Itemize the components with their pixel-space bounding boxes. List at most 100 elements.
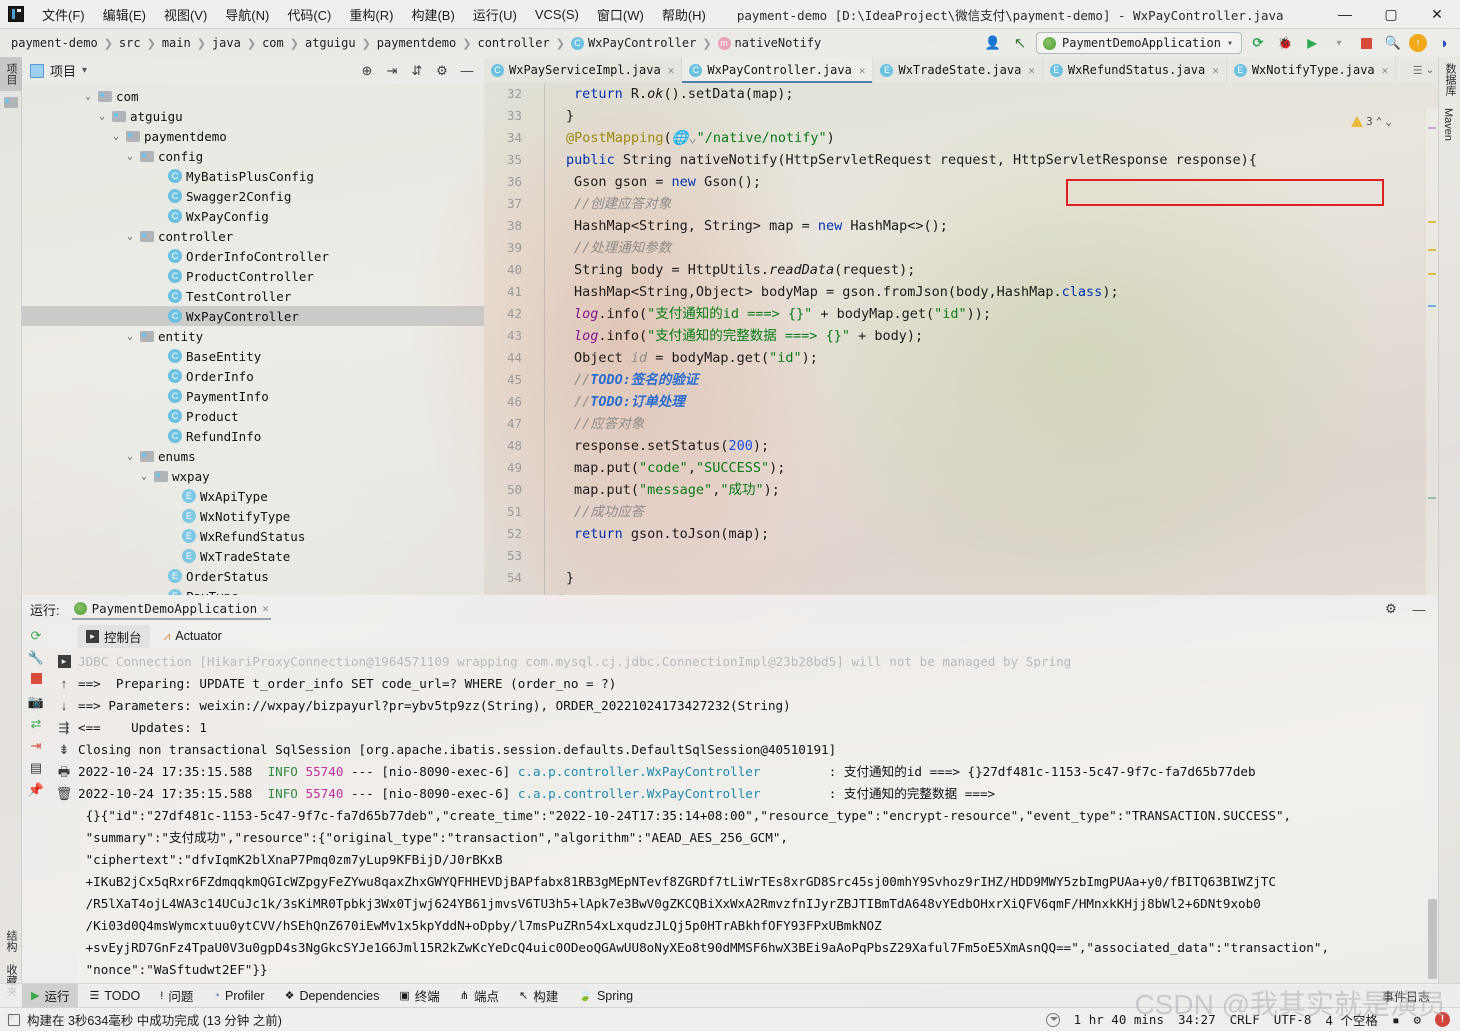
chevron-down-icon[interactable]: ⌄: [138, 471, 150, 482]
line-number[interactable]: 42: [484, 303, 530, 325]
console-output[interactable]: JDBC Connection [HikariProxyConnection@1…: [78, 649, 1426, 985]
code-line[interactable]: HashMap<String,Object> bodyMap = gson.fr…: [530, 281, 1438, 303]
next-problem-icon[interactable]: ⌄: [1385, 115, 1392, 128]
line-number[interactable]: 36: [484, 171, 530, 193]
toolwin-todo[interactable]: ☰ TODO: [80, 987, 149, 1005]
editor-tab-wxpaycontroller-java[interactable]: C WxPayController.java ✕: [682, 57, 874, 83]
inspection-settings-icon[interactable]: ⚙: [1413, 1012, 1421, 1027]
code-content[interactable]: return R.ok().setData(map);} @PostMapping…: [530, 83, 1438, 595]
tree-node-wxrefundstatus[interactable]: E WxRefundStatus: [22, 526, 484, 546]
line-number[interactable]: 39: [484, 237, 530, 259]
tree-node-mybatisplusconfig[interactable]: C MyBatisPlusConfig: [22, 166, 484, 186]
line-number[interactable]: 32: [484, 83, 530, 105]
chevron-down-icon[interactable]: ▾: [1227, 38, 1233, 49]
editor-tab-wxnotifytype-java[interactable]: E WxNotifyType.java ✕: [1227, 57, 1397, 83]
tree-node-config[interactable]: ⌄ config: [22, 146, 484, 166]
chevron-down-icon[interactable]: ⌄: [124, 151, 136, 162]
menu-edit[interactable]: 编辑(E): [94, 1, 155, 28]
line-number[interactable]: 49: [484, 457, 530, 479]
toolwin-dependencies[interactable]: ❖ Dependencies: [276, 987, 389, 1005]
stop-button[interactable]: [1355, 32, 1377, 54]
close-icon[interactable]: ✕: [668, 64, 675, 77]
chevron-down-icon[interactable]: ⌄: [124, 231, 136, 242]
code-line[interactable]: return R.ok().setData(map);: [530, 83, 1438, 105]
time-tracker-value[interactable]: 1 hr 40 mins: [1074, 1012, 1164, 1027]
right-tool-strip[interactable]: 数据库 Maven: [1438, 57, 1460, 1031]
line-number[interactable]: 52: [484, 523, 530, 545]
tool-window-maven[interactable]: Maven: [1439, 102, 1457, 147]
editor-tab-wxrefundstatus-java[interactable]: E WxRefundStatus.java ✕: [1043, 57, 1227, 83]
camera-icon[interactable]: 📷: [28, 695, 44, 708]
tool-window-database[interactable]: 数据库: [1439, 57, 1460, 102]
chevron-down-icon[interactable]: ▾: [82, 65, 87, 76]
breadcrumb-item-src[interactable]: src: [116, 34, 144, 52]
line-number[interactable]: 40: [484, 259, 530, 281]
folder-icon[interactable]: [0, 91, 21, 114]
tool-window-bar[interactable]: ▶ 运行 ☰ TODO! 问题 ◔ Profiler ❖ Dependencies ▣ 终端 ⋔ 端点 ↖…: [0, 983, 1460, 1007]
tree-node-wxpaycontroller[interactable]: C WxPayController: [22, 306, 484, 326]
run-configuration-selector[interactable]: PaymentDemoApplication ▾: [1036, 32, 1242, 54]
close-icon[interactable]: ✕: [1028, 64, 1035, 77]
run-session-tab[interactable]: PaymentDemoApplication ✕: [68, 598, 275, 620]
menu-vcs[interactable]: VCS(S): [526, 3, 588, 26]
chevron-down-icon[interactable]: ⌄: [1426, 65, 1434, 76]
expand-all-icon[interactable]: ⇥: [381, 60, 403, 82]
chevron-down-icon[interactable]: ⌄: [124, 331, 136, 342]
console-scrollbar[interactable]: [1426, 649, 1438, 985]
breadcrumb-item-controller[interactable]: controller: [474, 34, 552, 52]
menu-navigate[interactable]: 导航(N): [216, 1, 278, 28]
close-button[interactable]: ✕: [1414, 0, 1460, 29]
menu-run[interactable]: 运行(U): [464, 1, 526, 28]
soft-wrap-icon[interactable]: ⇶: [59, 721, 70, 734]
chevron-down-icon[interactable]: ⌄: [96, 111, 108, 122]
close-icon[interactable]: ✕: [1382, 64, 1389, 77]
tab-list-icon[interactable]: ☰: [1413, 64, 1423, 77]
tree-node-baseentity[interactable]: C BaseEntity: [22, 346, 484, 366]
export-icon[interactable]: ⇥: [31, 739, 42, 752]
trash-icon[interactable]: 🗑: [56, 787, 73, 800]
debug-button[interactable]: 🐞: [1274, 32, 1296, 54]
gear-icon[interactable]: ⚙: [1380, 598, 1402, 620]
tree-node-paymentdemo[interactable]: ⌄ paymentdemo: [22, 126, 484, 146]
menu-file[interactable]: 文件(F): [33, 1, 94, 28]
code-line[interactable]: //成功应答: [530, 501, 1438, 523]
tree-node-entity[interactable]: ⌄ entity: [22, 326, 484, 346]
menu-view[interactable]: 视图(V): [155, 1, 216, 28]
time-tracker-icon[interactable]: [1045, 1012, 1060, 1027]
tree-node-paytype[interactable]: EPayType: [22, 586, 484, 595]
tree-node-swagger2config[interactable]: C Swagger2Config: [22, 186, 484, 206]
menu-code[interactable]: 代码(C): [278, 1, 340, 28]
close-icon[interactable]: ✕: [262, 602, 269, 615]
error-stripe-marker[interactable]: [1426, 109, 1438, 595]
code-line[interactable]: HashMap<String, String> map = new HashMa…: [530, 215, 1438, 237]
menu-refactor[interactable]: 重构(R): [340, 1, 402, 28]
rerun-icon[interactable]: ⟳: [31, 629, 42, 642]
file-encoding[interactable]: UTF-8: [1274, 1012, 1312, 1027]
line-number[interactable]: 44: [484, 347, 530, 369]
code-line[interactable]: response.setStatus(200);: [530, 435, 1438, 457]
layout-icon[interactable]: ▤: [30, 761, 42, 774]
breadcrumb-item-atguigu[interactable]: atguigu: [302, 34, 359, 52]
line-number[interactable]: 50: [484, 479, 530, 501]
down-icon[interactable]: ↓: [61, 699, 68, 712]
code-line[interactable]: log.info("支付通知的id ===> {}" + bodyMap.get…: [530, 303, 1438, 325]
line-number[interactable]: 47: [484, 413, 530, 435]
code-line[interactable]: //TODO:签名的验证: [530, 369, 1438, 391]
console-side-toolbar[interactable]: ▸ ↑ ↓ ⇶ ⇟ 🖶 🗑: [50, 649, 78, 985]
menu-window[interactable]: 窗口(W): [588, 1, 653, 28]
line-number-gutter[interactable]: 32 33 34 35 36 37 38 39 40 41 42 43 44 45 46 47 48 49 50 51…: [484, 83, 530, 595]
code-line[interactable]: //处理通知参数: [530, 237, 1438, 259]
line-number[interactable]: 35: [484, 149, 530, 171]
line-number[interactable]: 37: [484, 193, 530, 215]
tree-node-wxpayconfig[interactable]: C WxPayConfig: [22, 206, 484, 226]
collapse-all-icon[interactable]: ⇵: [406, 60, 428, 82]
run-with-coverage-button[interactable]: ▶: [1301, 32, 1323, 54]
run-window-controls[interactable]: ⚙ —: [1380, 598, 1438, 620]
breadcrumb-item-com[interactable]: com: [259, 34, 287, 52]
hide-icon[interactable]: —: [456, 60, 478, 82]
code-line[interactable]: [530, 545, 1438, 567]
project-tree[interactable]: ⌄ com ⌄ atguigu ⌄ paymentdemo ⌄ config C MyBatisP…: [22, 84, 484, 595]
code-line[interactable]: Object id = bodyMap.get("id");: [530, 347, 1438, 369]
breadcrumb-item-payment-demo[interactable]: payment-demo: [8, 34, 101, 52]
toolwin-endpoints[interactable]: ⋔ 端点: [451, 984, 508, 1007]
